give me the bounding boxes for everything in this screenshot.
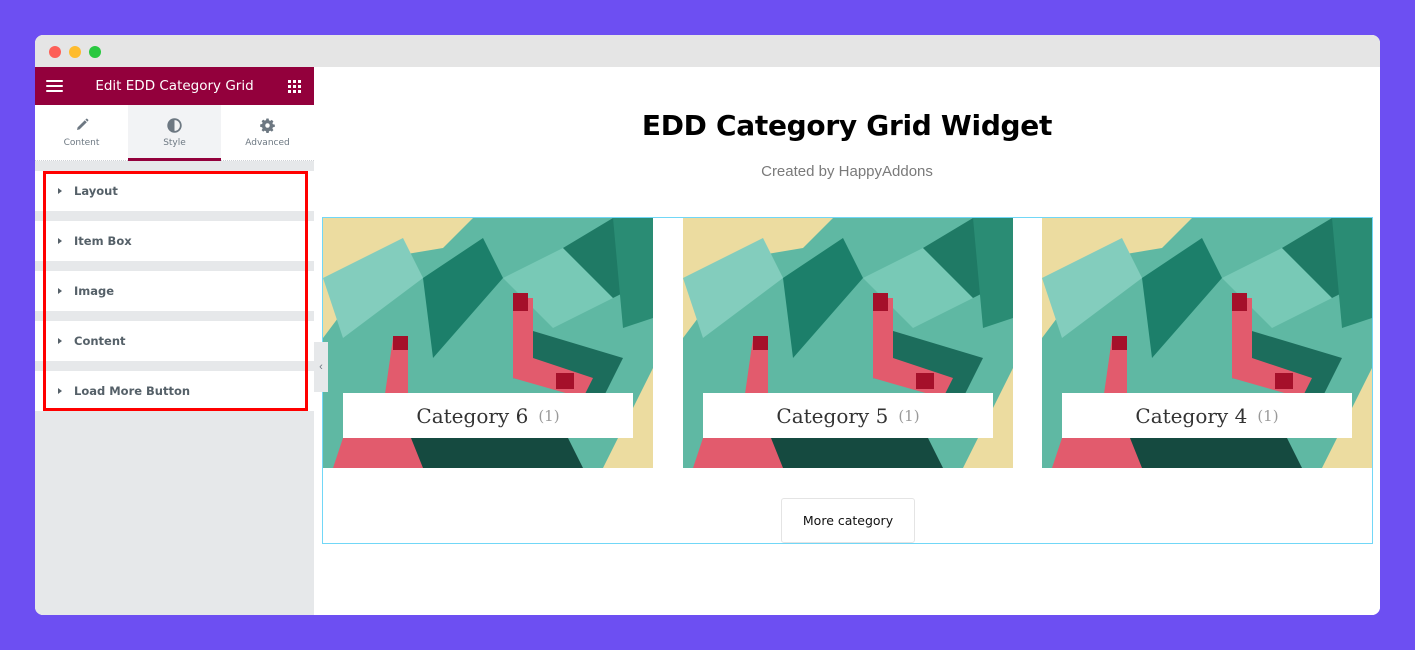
pencil-icon [75, 117, 89, 133]
section-label: Layout [74, 184, 118, 198]
chevron-left-icon: ‹ [319, 361, 323, 373]
style-sections: Layout Item Box Image Content Load More … [35, 161, 314, 411]
category-count: (1) [1257, 406, 1279, 425]
category-count: (1) [538, 406, 560, 425]
category-card[interactable]: Category 4 (1) [1042, 218, 1372, 468]
tab-style[interactable]: Style [128, 105, 221, 161]
caret-right-icon [58, 288, 62, 294]
category-card[interactable]: Category 6 (1) [323, 218, 653, 468]
editor-panel: Edit EDD Category Grid Content Style Adv… [35, 67, 314, 615]
tab-label: Content [63, 138, 100, 148]
caret-right-icon [58, 188, 62, 194]
close-window-button[interactable] [49, 46, 61, 58]
category-name: Category 5 [776, 403, 889, 428]
caret-right-icon [58, 338, 62, 344]
collapse-panel-handle[interactable]: ‹ [314, 342, 328, 392]
section-label: Image [74, 284, 115, 298]
load-more-button[interactable]: More category [781, 498, 915, 543]
preview-canvas: EDD Category Grid Widget Created by Happ… [314, 67, 1380, 615]
category-label[interactable]: Category 6 (1) [343, 393, 633, 438]
category-label[interactable]: Category 5 (1) [703, 393, 993, 438]
caret-right-icon [58, 238, 62, 244]
hamburger-menu-icon[interactable] [46, 80, 63, 92]
section-image[interactable]: Image [35, 271, 314, 311]
half-circle-icon [167, 117, 182, 133]
tab-label: Advanced [245, 138, 290, 148]
maximize-window-button[interactable] [89, 46, 101, 58]
section-label: Item Box [74, 234, 132, 248]
minimize-window-button[interactable] [69, 46, 81, 58]
section-label: Load More Button [74, 384, 191, 398]
section-label: Content [74, 334, 126, 348]
panel-title: Edit EDD Category Grid [95, 78, 254, 94]
section-layout[interactable]: Layout [35, 171, 314, 211]
browser-window: Edit EDD Category Grid Content Style Adv… [35, 35, 1380, 615]
category-grid-widget[interactable]: Category 6 (1) Category 5 (1) Category 4… [322, 217, 1373, 544]
panel-tabs: Content Style Advanced [35, 105, 314, 161]
widget-heading: EDD Category Grid Widget [641, 109, 1053, 142]
section-load-more-button[interactable]: Load More Button [35, 371, 314, 411]
section-item-box[interactable]: Item Box [35, 221, 314, 261]
caret-right-icon [58, 388, 62, 394]
tab-advanced[interactable]: Advanced [221, 105, 314, 160]
section-content[interactable]: Content [35, 321, 314, 361]
category-name: Category 4 [1135, 403, 1248, 428]
widget-subtitle: Created by HappyAddons [761, 163, 933, 180]
panel-header: Edit EDD Category Grid [35, 67, 314, 105]
window-titlebar [35, 35, 1380, 67]
widgets-grid-icon[interactable] [288, 80, 301, 93]
tab-label: Style [163, 138, 186, 148]
category-label[interactable]: Category 4 (1) [1062, 393, 1352, 438]
category-name: Category 6 [416, 403, 529, 428]
tab-content[interactable]: Content [35, 105, 128, 160]
gear-icon [260, 117, 275, 133]
category-card[interactable]: Category 5 (1) [683, 218, 1013, 468]
category-count: (1) [898, 406, 920, 425]
